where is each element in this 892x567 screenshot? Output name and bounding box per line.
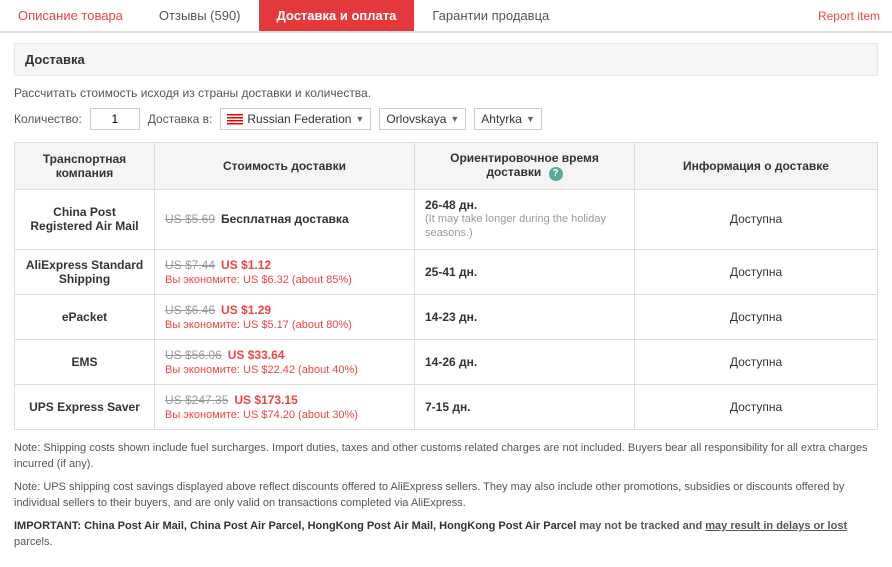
note3-prefix: IMPORTANT: China Post Air Mail, China Po…: [14, 520, 576, 532]
cost-cell: US $5.69 Бесплатная доставка: [155, 190, 415, 250]
city-value: Ahtyrka: [481, 112, 522, 126]
dest-label: Доставка в:: [148, 112, 213, 126]
shipping-table: Транспортная компания Стоимость доставки…: [14, 142, 878, 430]
save-text: Вы экономите: US $22.42 (about 40%): [165, 364, 358, 376]
price-new: US $33.64: [228, 348, 285, 362]
cost-cell: US $6.46 US $1.29 Вы экономите: US $5.17 (…: [155, 294, 415, 339]
availability-cell: Доступна: [635, 384, 878, 429]
time-cell: 25-41 дн.: [415, 249, 635, 294]
price-old: US $247.35: [165, 393, 228, 407]
price-old: US $5.69: [165, 212, 215, 226]
price-old: US $56.06: [165, 348, 222, 362]
time-cell: 7-15 дн.: [415, 384, 635, 429]
time-main: 26-48 дн.: [425, 198, 624, 212]
main-content: Доставка Рассчитать стоимость исходя из …: [0, 33, 892, 567]
carrier-cell: ePacket: [15, 294, 155, 339]
country-chevron-icon: ▼: [355, 114, 364, 124]
cost-cell: US $7.44 US $1.12 Вы экономите: US $6.32 (…: [155, 249, 415, 294]
tab-description[interactable]: Описание товара: [0, 0, 141, 31]
col-header-info: Информация о доставке: [635, 143, 878, 190]
time-main: 7-15 дн.: [425, 400, 624, 414]
russia-flag-icon: [227, 114, 243, 125]
table-row: ePacket US $6.46 US $1.29 Вы экономите: US …: [15, 294, 878, 339]
table-row: AliExpress Standard ShippingUS $7.44US $…: [15, 249, 878, 294]
time-cell: 14-26 дн.: [415, 339, 635, 384]
section-title: Доставка: [14, 43, 878, 76]
note3-bold2: may result in delays or lost: [705, 520, 847, 532]
price-free: Бесплатная доставка: [221, 212, 349, 226]
report-item-link[interactable]: Report item: [806, 1, 892, 31]
carrier-cell: EMS: [15, 339, 155, 384]
region-select[interactable]: Orlovskaya ▼: [379, 108, 466, 130]
time-main: 14-23 дн.: [425, 310, 624, 324]
table-row: China Post Registered Air Mail US $5.69 Бе…: [15, 190, 878, 250]
tab-delivery[interactable]: Доставка и оплата: [259, 0, 415, 31]
notes-section: Note: Shipping costs shown include fuel …: [14, 440, 878, 551]
table-row: EMS US $56.06 US $33.64 Вы экономите: US $2…: [15, 339, 878, 384]
note1: Note: Shipping costs shown include fuel …: [14, 440, 878, 473]
save-text: Вы экономите: US $5.17 (about 80%): [165, 319, 352, 331]
price-old: US $7.44: [165, 258, 215, 272]
cost-cell: US $56.06 US $33.64 Вы экономите: US $22.4…: [155, 339, 415, 384]
price-new: US $1.12: [221, 258, 271, 272]
region-chevron-icon: ▼: [450, 114, 459, 124]
note2: Note: UPS shipping cost savings displaye…: [14, 479, 878, 512]
tab-guarantee[interactable]: Гарантии продавца: [414, 0, 567, 31]
country-value: Russian Federation: [247, 112, 351, 126]
tab-reviews[interactable]: Отзывы (590): [141, 0, 259, 31]
price-new: US $173.15: [234, 393, 297, 407]
carrier-cell: China Post Registered Air Mail: [15, 190, 155, 250]
save-text: Вы экономите: US $74.20 (about 30%): [165, 409, 358, 421]
note3-bold: may not be tracked and: [579, 520, 705, 532]
time-main: 14-26 дн.: [425, 355, 624, 369]
note3: IMPORTANT: China Post Air Mail, China Po…: [14, 518, 878, 551]
table-row: UPS Express Saver US $247.35 US $173.15 Вы …: [15, 384, 878, 429]
qty-label: Количество:: [14, 112, 82, 126]
price-new: US $1.29: [221, 303, 271, 317]
availability-cell: Доступна: [635, 294, 878, 339]
cost-cell: US $247.35 US $173.15 Вы экономите: US $74…: [155, 384, 415, 429]
time-cell: 26-48 дн.(It may take longer during the …: [415, 190, 635, 250]
qty-input[interactable]: [90, 108, 140, 130]
time-cell: 14-23 дн.: [415, 294, 635, 339]
carrier-cell: UPS Express Saver: [15, 384, 155, 429]
note3-suffix: parcels.: [14, 536, 53, 548]
carrier-cell: AliExpress Standard Shipping: [15, 249, 155, 294]
country-select[interactable]: Russian Federation ▼: [220, 108, 371, 130]
col-header-carrier: Транспортная компания: [15, 143, 155, 190]
availability-cell: Доступна: [635, 249, 878, 294]
calc-description: Рассчитать стоимость исходя из страны до…: [14, 86, 878, 100]
time-main: 25-41 дн.: [425, 265, 624, 279]
help-icon[interactable]: ?: [549, 167, 563, 181]
price-old: US $6.46: [165, 303, 215, 317]
save-text: Вы экономите: US $6.32 (about 85%): [165, 274, 352, 286]
col-header-cost: Стоимость доставки: [155, 143, 415, 190]
city-select[interactable]: Ahtyrka ▼: [474, 108, 542, 130]
availability-cell: Доступна: [635, 339, 878, 384]
qty-row: Количество: Доставка в: Russian Federati…: [14, 108, 878, 130]
region-value: Orlovskaya: [386, 112, 446, 126]
time-note: (It may take longer during the holiday s…: [425, 212, 624, 241]
availability-cell: Доступна: [635, 190, 878, 250]
col-header-time: Ориентировочное время доставки ?: [415, 143, 635, 190]
city-chevron-icon: ▼: [526, 114, 535, 124]
tab-bar: Описание товара Отзывы (590) Доставка и …: [0, 0, 892, 33]
